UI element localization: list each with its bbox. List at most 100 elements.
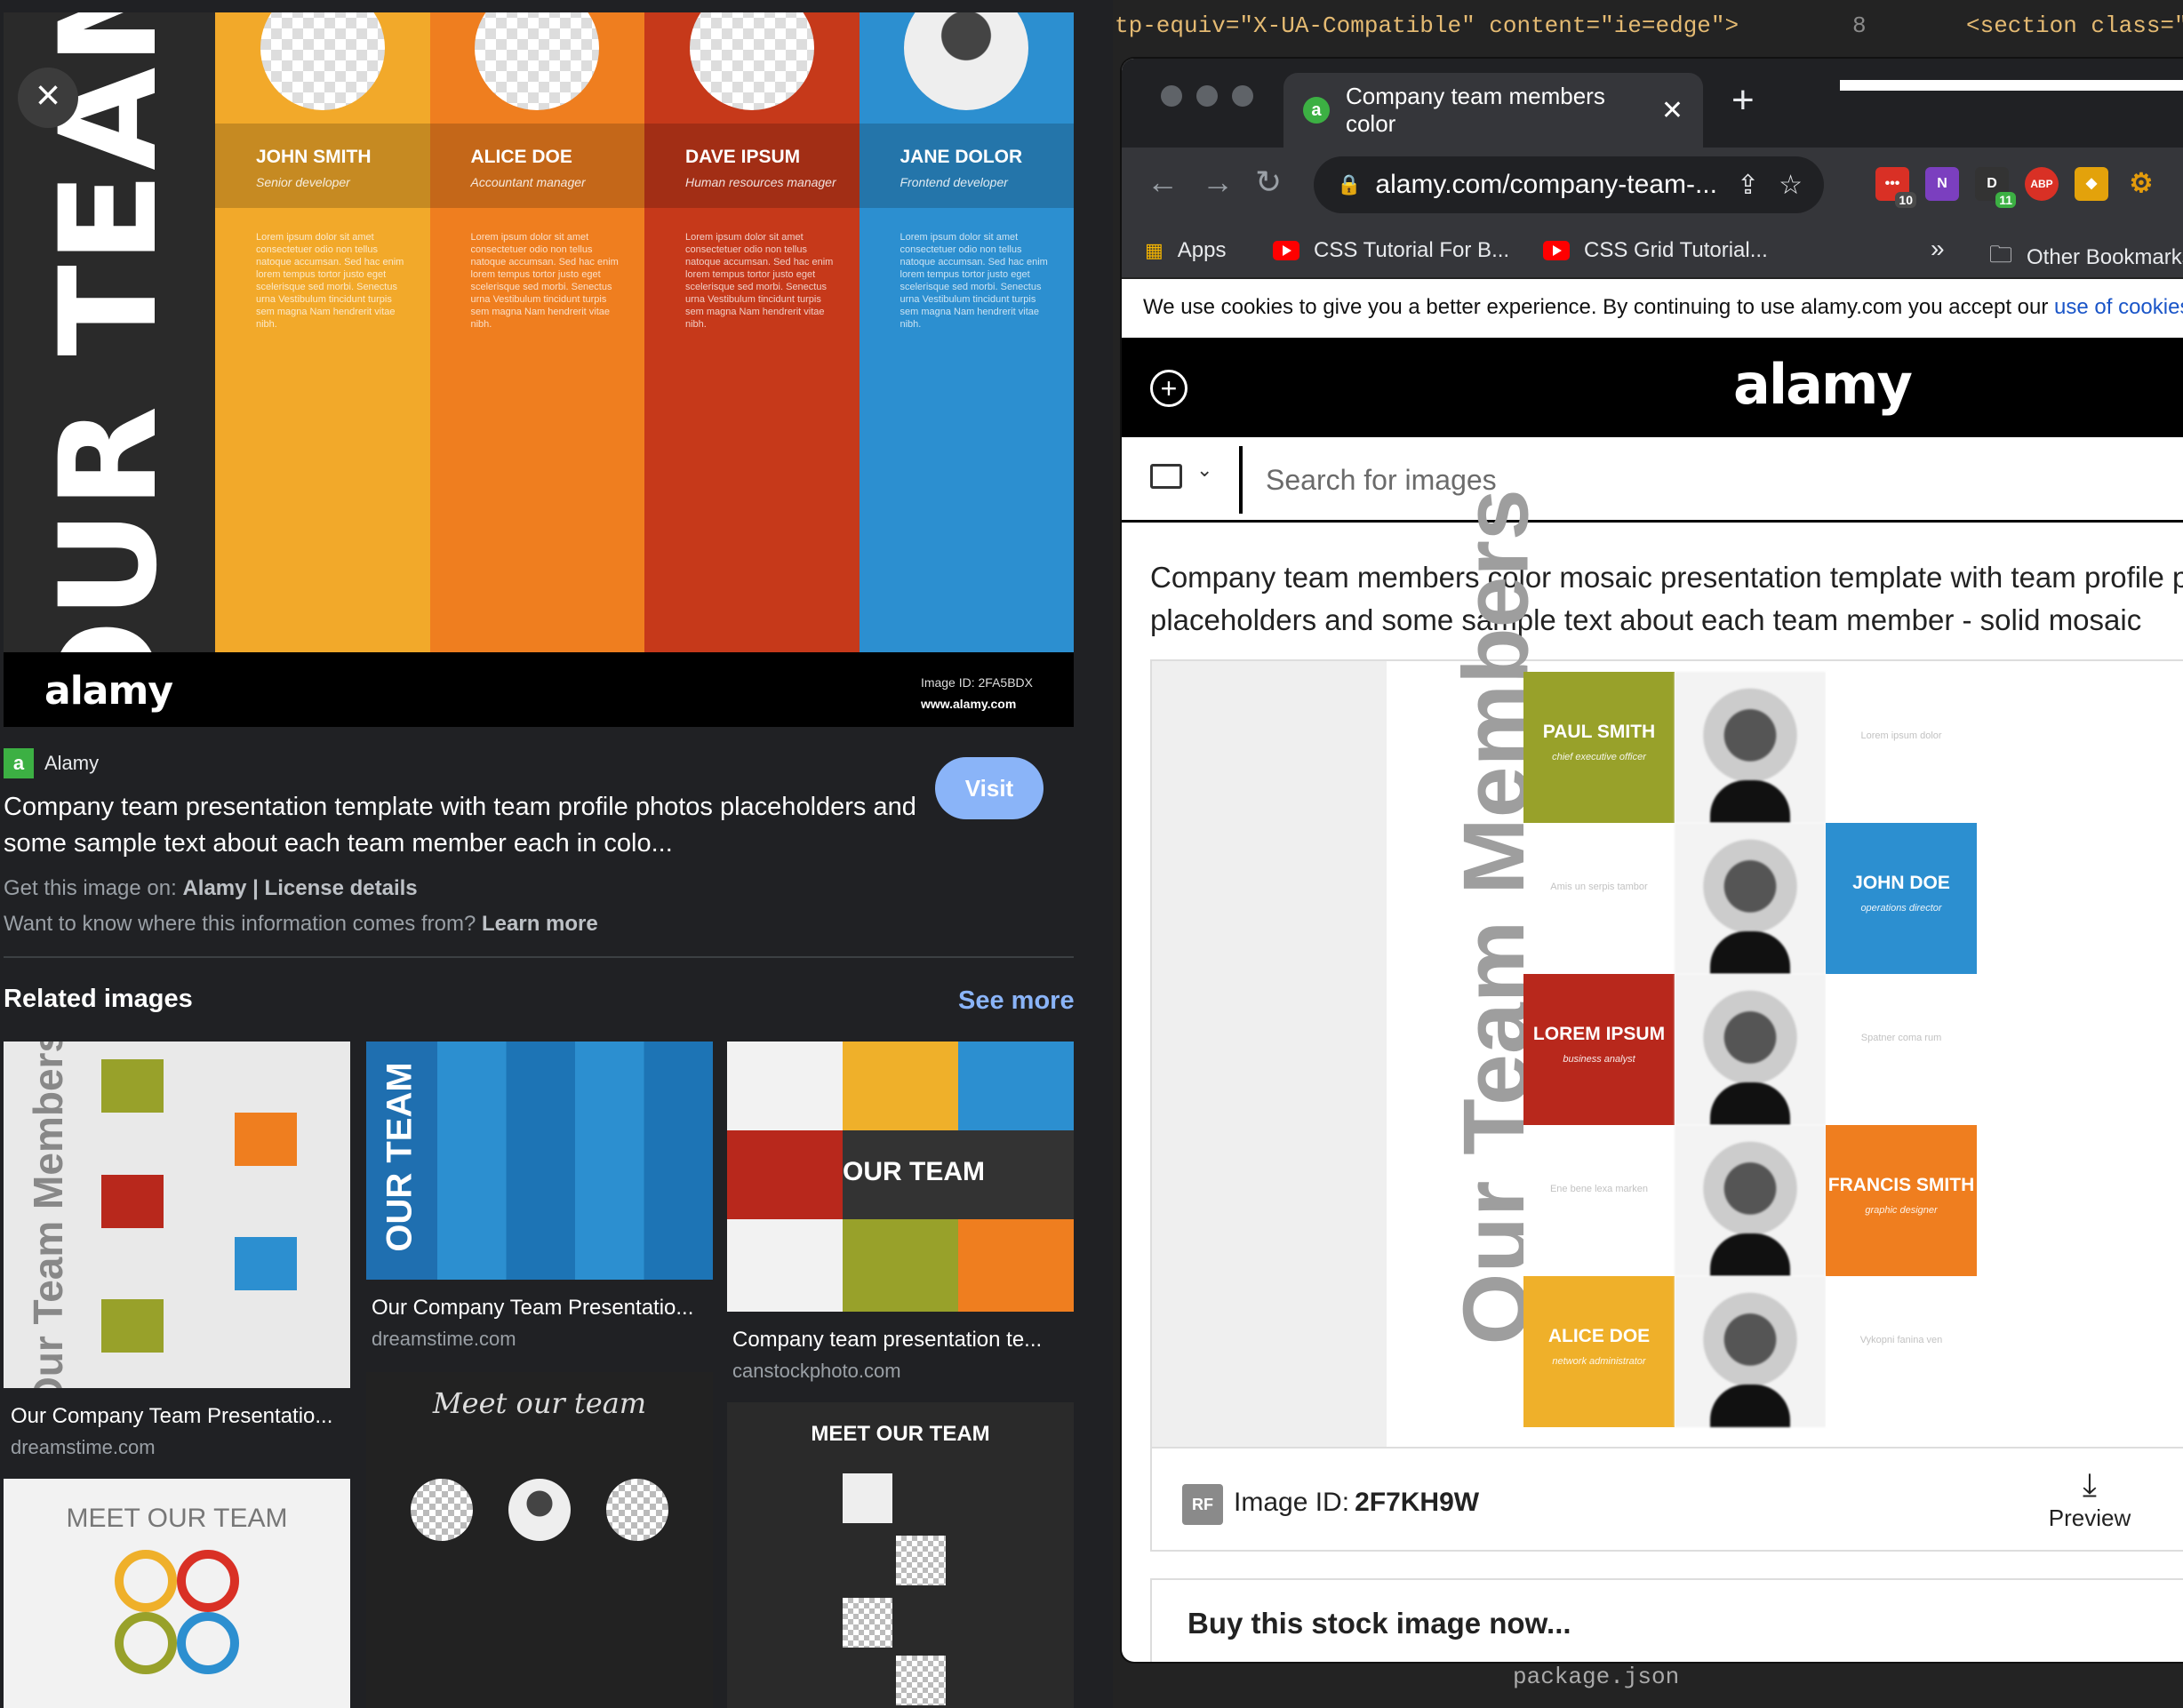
address-bar[interactable]: 🔒 alamy.com/company-team-... ⇪ ☆ [1314,156,1824,213]
side-note: Lorem ipsum dolor [1860,730,1942,741]
extension-icon[interactable]: ••• 10 [1875,167,1916,208]
code-line: tp-equiv="X-UA-Compatible" content="ie=e… [1115,12,1739,39]
chevron-down-icon[interactable]: ⌄ [1196,459,1212,482]
image-id-text: Image ID: 2FA5BDX [920,675,1033,690]
back-icon[interactable]: ← [1147,164,1179,201]
related-domain: dreamstime.com [11,1436,156,1458]
want-text: Want to know where this information come… [4,912,476,936]
forward-icon[interactable]: → [1202,164,1234,201]
related-image-tile[interactable]: OUR TEAM [727,1042,1074,1312]
see-more-link[interactable]: See more [958,986,1075,1016]
ext-label: ◆ [2085,176,2098,191]
cookie-policy-link[interactable]: use of cookies [2054,295,2183,319]
bookmark-star-icon[interactable]: ☆ [1779,170,1803,201]
member-photo [1675,974,1826,1125]
image-id-value: 2F7KH9W [1355,1488,1480,1517]
member-block: LOREM IPSUM business analyst [1523,974,1675,1125]
member-text: Lorem ipsum dolor sit amet consectetuer … [470,232,619,330]
maximize-window-icon[interactable] [1232,85,1253,107]
member-name: FRANCIS SMITH [1827,1175,1975,1195]
bookmarks-overflow[interactable]: » [1931,235,1945,263]
image-card: Our Team Members PAUL SMITH chief executi… [1150,489,2183,1552]
result-title[interactable]: Company team presentation template with … [4,789,928,862]
related-image-tile[interactable]: OUR TEAM [366,1042,713,1280]
member-name: JOHN DOE [1852,873,1950,893]
code-line-right: <section class="m [1966,12,2183,39]
bookmark-item[interactable]: CSS Tutorial For B... [1273,238,1509,263]
member-block: ALICE DOE network administrator [1523,1276,1675,1427]
bookmark-label: CSS Grid Tutorial... [1584,238,1768,262]
tile-title: OUR TEAM [380,1062,420,1252]
close-window-icon[interactable] [1161,85,1182,107]
related-heading: Related images [4,985,193,1013]
related-caption[interactable]: Our Company Team Presentatio... [11,1404,332,1429]
other-bookmarks[interactable]: 🗀 Other Bookmarks [1989,238,2183,277]
related-image-tile[interactable]: MEET OUR TEAM [4,1479,350,1708]
alamy-favicon-icon: a [4,748,34,778]
member-name: JOHN SMITH [256,147,372,167]
image-id-label: Image ID: [1234,1488,1350,1517]
stock-image[interactable]: Our Team Members PAUL SMITH chief executi… [1152,489,2183,1447]
ext-label: D [1987,176,1997,191]
member-text: Lorem ipsum dolor sit amet consectetuer … [685,232,834,330]
get-site-link[interactable]: Alamy [182,876,246,900]
settings-extension-icon[interactable]: ⚙ [2124,167,2158,201]
ext-label: ⚙ [2129,169,2154,198]
member-role: Accountant manager [470,175,586,189]
bookmark-apps[interactable]: ▦ Apps [1145,238,1227,263]
member-photo [1675,823,1826,974]
related-caption[interactable]: Company team presentation te... [732,1328,1042,1353]
bookmark-item[interactable]: CSS Grid Tutorial... [1543,238,1768,263]
reload-icon[interactable]: ↻ [1255,164,1282,201]
text-block: Amis un serpis tambor [1523,823,1675,974]
ext-label: ABP [2030,178,2053,190]
source-row[interactable]: a Alamy [4,748,99,778]
photo-placeholder [689,12,814,110]
new-tab-icon[interactable]: + [1731,78,1755,123]
extension-icon[interactable]: D 11 [1975,167,2016,208]
info-line: Want to know where this information come… [4,912,598,937]
member-text: Lorem ipsum dolor sit amet consectetuer … [900,232,1048,330]
minimize-window-icon[interactable] [1196,85,1218,107]
related-image-tile[interactable]: Meet our team [366,1372,713,1708]
preview-button[interactable]: ⤓ Preview [2041,1466,2139,1532]
member-role: network administrator [1552,1356,1646,1367]
get-prefix: Get this image on: [4,876,177,900]
preview-image[interactable]: OUR TEAM JOHN SMITH Senior developer Lore… [4,12,1074,727]
download-icon: ⤓ [2083,1466,2097,1503]
tab-close-icon[interactable]: ✕ [1661,95,1683,126]
adblock-extension-icon[interactable]: ABP [2025,167,2059,201]
tab-favicon-icon: a [1303,97,1330,124]
member-photo [904,12,1029,110]
learn-more-link[interactable]: Learn more [482,912,598,936]
extension-icon[interactable]: ◆ [2075,167,2108,201]
share-icon[interactable]: ⇪ [1737,170,1759,201]
image-id: Image ID: 2F7KH9W [1234,1488,1479,1518]
search-bar: ⌄ [1122,437,2183,523]
related-domain: dreamstime.com [372,1328,516,1350]
related-image-tile[interactable]: Our Team Members [4,1042,350,1388]
alamy-logo[interactable]: alamy [1733,352,1913,417]
get-image-line: Get this image on: Alamy | License detai… [4,876,418,901]
onenote-extension-icon[interactable]: N [1925,167,1959,201]
close-icon[interactable]: × [18,68,78,128]
tab-active[interactable]: a Company team members color ✕ [1283,73,1703,148]
apps-grid-icon: ▦ [1145,239,1163,261]
search-input[interactable] [1266,455,2155,505]
alamy-logo: alamy [44,668,173,714]
tab-title: Company team members color [1345,83,1605,137]
add-circle-icon[interactable]: + [1150,370,1187,407]
image-description: Company team members color mosaic presen… [1150,561,2183,636]
related-image-tile[interactable]: MEET OUR TEAM [727,1402,1074,1708]
image-type-icon[interactable] [1150,464,1182,489]
member-name: JANE DOLOR [900,147,1023,167]
image-card-footer: RF Image ID: 2F7KH9W ⤓ Preview [1152,1447,2183,1552]
folder-icon: 🗀 [1989,241,2013,267]
bookmark-label: CSS Tutorial For B... [1314,238,1510,262]
related-caption[interactable]: Our Company Team Presentatio... [372,1296,693,1321]
license-details-link[interactable]: License details [265,876,418,900]
tile-title: MEET OUR TEAM [811,1422,990,1446]
buy-section[interactable]: Buy this stock image now... [1150,1578,2183,1662]
cookie-text: We use cookies to give you a better expe… [1143,295,2049,319]
visit-button[interactable]: Visit [935,757,1044,819]
